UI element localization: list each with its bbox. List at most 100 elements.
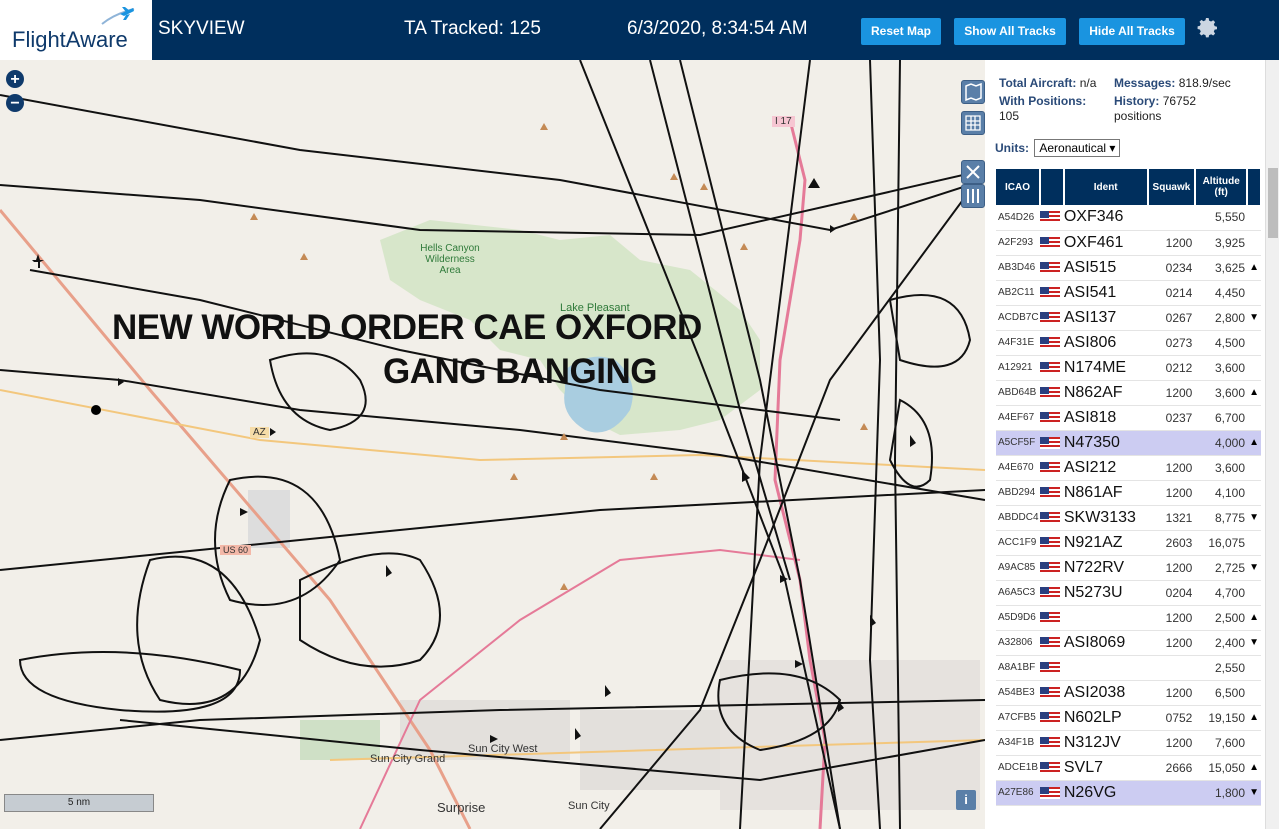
flag-cell bbox=[1039, 505, 1064, 531]
flag-cell bbox=[1039, 355, 1064, 381]
us-flag-icon bbox=[1039, 411, 1060, 424]
table-row[interactable]: A4E670 ASI212 1200 3,600 bbox=[996, 455, 1261, 481]
table-row[interactable]: ABD64B N862AF 1200 3,600 ▲ bbox=[996, 380, 1261, 406]
us-flag-icon bbox=[1039, 311, 1060, 324]
table-row[interactable]: A4F31E ASI806 0273 4,500 bbox=[996, 330, 1261, 356]
aircraft-table-wrap[interactable]: ICAO Ident Squawk Altitude (ft) A54D26 OX… bbox=[996, 169, 1262, 829]
table-row[interactable]: A12921 N174ME 0212 3,600 bbox=[996, 355, 1261, 381]
icao-cell: A34F1B bbox=[996, 730, 1040, 756]
units-select[interactable]: Aeronautical ▾ bbox=[1034, 139, 1121, 157]
altitude-cell: 15,050 bbox=[1195, 755, 1248, 781]
icao-cell: AB3D46 bbox=[996, 255, 1040, 281]
table-row[interactable]: A8A1BF 2,550 bbox=[996, 655, 1261, 681]
table-row[interactable]: ABD294 N861AF 1200 4,100 bbox=[996, 480, 1261, 506]
table-row[interactable]: ACDB7C ASI137 0267 2,800 ▼ bbox=[996, 305, 1261, 331]
ident-cell bbox=[1063, 655, 1148, 681]
table-row[interactable]: A34F1B N312JV 1200 7,600 bbox=[996, 730, 1261, 756]
altitude-trend-icon: ▲ bbox=[1247, 605, 1261, 631]
header-flag[interactable] bbox=[1039, 169, 1065, 205]
ident-cell: SKW3133 bbox=[1063, 505, 1148, 531]
show-all-tracks-button[interactable]: Show All Tracks bbox=[954, 18, 1066, 45]
table-row[interactable]: ADCE1B SVL7 2666 15,050 ▲ bbox=[996, 755, 1261, 781]
tracked-count: TA Tracked: 125 bbox=[404, 18, 541, 39]
altitude-trend-icon: ▼ bbox=[1247, 305, 1261, 331]
header-icao[interactable]: ICAO bbox=[996, 169, 1041, 205]
header-ident[interactable]: Ident bbox=[1063, 169, 1149, 205]
flag-cell bbox=[1039, 580, 1064, 606]
altitude-trend-icon bbox=[1247, 205, 1261, 231]
us-flag-icon bbox=[1039, 561, 1060, 574]
ident-cell: ASI806 bbox=[1063, 330, 1148, 356]
altitude-cell: 2,800 bbox=[1195, 305, 1248, 331]
table-row[interactable]: A6A5C3 N5273U 0204 4,700 bbox=[996, 580, 1261, 606]
table-row[interactable]: A7CFB5 N602LP 0752 19,150 ▲ bbox=[996, 705, 1261, 731]
table-row[interactable]: ABDDC4 SKW3133 1321 8,775 ▼ bbox=[996, 505, 1261, 531]
table-row[interactable]: A2F293 OXF461 1200 3,925 bbox=[996, 230, 1261, 256]
table-row[interactable]: A5D9D6 1200 2,500 ▲ bbox=[996, 605, 1261, 631]
altitude-trend-icon bbox=[1247, 655, 1261, 681]
plane-logo-icon bbox=[101, 7, 135, 25]
grid-icon[interactable] bbox=[961, 111, 985, 135]
table-row[interactable]: A9AC85 N722RV 1200 2,725 ▼ bbox=[996, 555, 1261, 581]
ident-cell: ASI515 bbox=[1063, 255, 1148, 281]
columns-icon[interactable] bbox=[961, 184, 985, 208]
with-positions-label: With Positions: bbox=[999, 94, 1087, 108]
gear-icon[interactable] bbox=[1196, 16, 1220, 40]
table-row[interactable]: A27E86 N26VG 1,800 ▼ bbox=[996, 780, 1261, 806]
altitude-cell: 8,775 bbox=[1195, 505, 1248, 531]
flag-cell bbox=[1039, 255, 1064, 281]
state-road bbox=[0, 389, 985, 471]
icao-cell: A8A1BF bbox=[996, 655, 1040, 681]
altitude-cell: 1,800 bbox=[1195, 780, 1248, 806]
altitude-cell: 16,075 bbox=[1195, 530, 1248, 556]
flag-cell bbox=[1039, 380, 1064, 406]
table-row[interactable]: A54D26 OXF346 5,550 bbox=[996, 205, 1261, 231]
header-squawk[interactable]: Squawk bbox=[1147, 169, 1197, 205]
table-row[interactable]: AB2C11 ASI541 0214 4,450 bbox=[996, 280, 1261, 306]
icao-cell: ACDB7C bbox=[996, 305, 1040, 331]
header-altitude[interactable]: Altitude (ft) bbox=[1195, 169, 1249, 205]
us-flag-icon bbox=[1039, 686, 1060, 699]
altitude-cell: 2,400 bbox=[1195, 630, 1248, 656]
ident-cell: ASI541 bbox=[1063, 280, 1148, 306]
table-row[interactable]: AB3D46 ASI515 0234 3,625 ▲ bbox=[996, 255, 1261, 281]
zoom-in-button[interactable]: + bbox=[6, 70, 24, 88]
overlay-text-line1: NEW WORLD ORDER CAE OXFORD bbox=[112, 308, 702, 347]
map-layers-icon[interactable] bbox=[961, 80, 985, 104]
info-icon[interactable]: i bbox=[956, 790, 976, 810]
altitude-cell: 2,725 bbox=[1195, 555, 1248, 581]
zoom-out-button[interactable]: − bbox=[6, 94, 24, 112]
scroll-thumb[interactable] bbox=[1268, 168, 1278, 238]
altitude-cell: 3,925 bbox=[1195, 230, 1248, 256]
header-extra[interactable] bbox=[1247, 169, 1262, 205]
altitude-trend-icon: ▲ bbox=[1247, 380, 1261, 406]
us-flag-icon bbox=[1039, 636, 1060, 649]
table-row[interactable]: A4EF67 ASI818 0237 6,700 bbox=[996, 405, 1261, 431]
flightaware-logo[interactable]: FlightAware bbox=[0, 0, 152, 60]
icao-cell: A2F293 bbox=[996, 230, 1040, 256]
hide-all-tracks-button[interactable]: Hide All Tracks bbox=[1079, 18, 1185, 45]
altitude-cell: 4,100 bbox=[1195, 480, 1248, 506]
altitude-cell: 6,500 bbox=[1195, 680, 1248, 706]
ident-cell: ASI212 bbox=[1063, 455, 1148, 481]
place-label: Hells Canyon Wilderness Area bbox=[420, 243, 480, 276]
table-row[interactable]: A54BE3 ASI2038 1200 6,500 bbox=[996, 680, 1261, 706]
altitude-trend-icon: ▲ bbox=[1247, 430, 1261, 456]
table-row[interactable]: A5CF5F N47350 4,000 ▲ bbox=[996, 430, 1261, 456]
reset-map-button[interactable]: Reset Map bbox=[861, 18, 941, 45]
altitude-trend-icon bbox=[1247, 455, 1261, 481]
ident-cell: N861AF bbox=[1063, 480, 1148, 506]
squawk-cell: 1200 bbox=[1147, 605, 1196, 631]
ident-cell: N312JV bbox=[1063, 730, 1148, 756]
flag-cell bbox=[1039, 655, 1064, 681]
map-area[interactable]: + − Hells Canyon Wilderness Area Lake Pl… bbox=[0, 60, 985, 829]
units-label: Units: bbox=[995, 141, 1029, 155]
table-row[interactable]: ACC1F9 N921AZ 2603 16,075 bbox=[996, 530, 1261, 556]
table-row[interactable]: A32806 ASI8069 1200 2,400 ▼ bbox=[996, 630, 1261, 656]
panel-scrollbar[interactable] bbox=[1265, 60, 1279, 829]
flag-cell bbox=[1039, 430, 1064, 456]
altitude-trend-icon bbox=[1247, 355, 1261, 381]
ident-cell: ASI8069 bbox=[1063, 630, 1148, 656]
close-track-icon[interactable] bbox=[961, 160, 985, 184]
ident-cell: SVL7 bbox=[1063, 755, 1148, 781]
